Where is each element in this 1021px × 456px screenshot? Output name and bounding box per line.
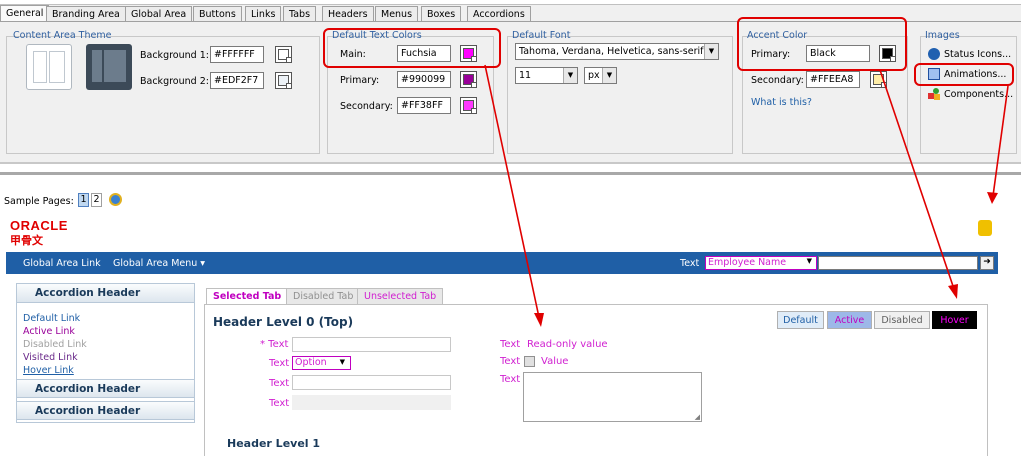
- annotation-arrows: [484, 64, 1009, 327]
